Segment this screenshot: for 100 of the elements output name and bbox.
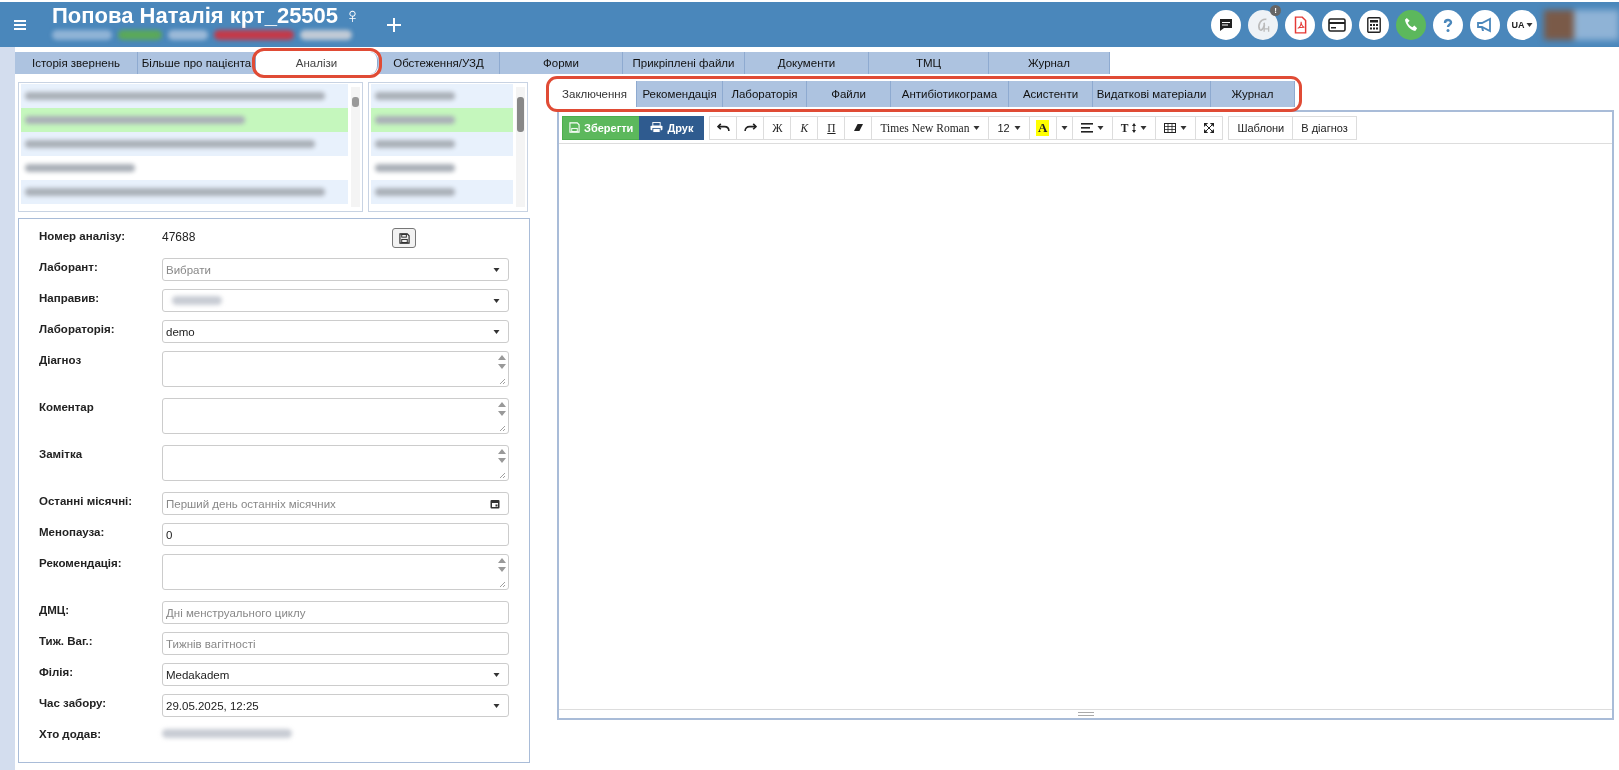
text-area[interactable] [162,351,509,387]
print-button[interactable]: Друк [639,115,705,140]
date-field[interactable]: Перший день останніх місячних [162,492,509,515]
tab[interactable]: Документи [745,52,869,74]
bold-button[interactable]: Ж [763,115,792,140]
input-field[interactable]: Дні менструального циклу [162,601,509,624]
list-row[interactable] [371,132,513,156]
text-color-button[interactable]: A [1028,115,1057,140]
phone-icon [1403,17,1419,32]
megaphone-button[interactable] [1470,9,1500,40]
table-dropdown[interactable] [1155,115,1197,140]
list-row[interactable] [21,84,348,108]
tab[interactable]: Файли [807,81,891,107]
redo-button[interactable] [736,115,765,140]
font-dropdown[interactable]: Times New Roman [871,115,990,140]
field-label: Рекомендація: [39,556,123,569]
spinner-arrows-icon[interactable] [498,448,506,478]
tab[interactable]: Історія звернень [15,52,138,74]
tab[interactable]: Асистенти [1009,81,1093,107]
list-row[interactable] [21,108,348,132]
calculator-button[interactable] [1359,9,1389,40]
add-icon[interactable] [386,17,401,32]
tab[interactable]: Журнал [1211,81,1295,107]
input-field[interactable]: Тижнів вагітності [162,632,509,655]
help-button[interactable] [1433,9,1463,40]
tab[interactable]: Антибіотикограма [891,81,1009,107]
select-field[interactable]: Вибрати [162,258,509,281]
caret-icon [493,672,500,677]
redacted-text [172,296,222,305]
field-label: Лаборант: [39,260,99,273]
resize-handle[interactable] [1077,712,1094,716]
analysis-number: 47688 [162,229,197,244]
fullscreen-icon [1204,122,1215,133]
list-row[interactable] [371,180,513,204]
fullscreen-button[interactable] [1195,115,1224,140]
tab[interactable]: Обстеження/УЗД [378,52,500,74]
tab[interactable]: Форми [500,52,623,74]
megaphone-icon [1476,16,1494,33]
calendar-icon[interactable] [490,498,500,509]
chat-button[interactable] [1211,9,1241,40]
language-dropdown[interactable]: UA [1507,9,1537,40]
patient-title: Попова Наталія крт_25505 ♀ [52,3,361,28]
text-area[interactable] [162,398,509,434]
list-row[interactable] [371,108,513,132]
tab[interactable]: Лабораторія [723,81,807,107]
avatar[interactable] [1544,9,1619,40]
save-button[interactable] [392,228,416,248]
undo-button[interactable] [709,115,738,140]
select-field[interactable]: Medakadem [162,663,509,686]
caret-icon [1096,125,1104,130]
tab[interactable]: Рекомендація [637,81,723,107]
caret-icon [493,329,500,334]
field-label: ДМЦ: [39,603,70,616]
tab[interactable]: Журнал [989,52,1110,74]
tab[interactable]: Прикріплені файли [623,52,745,74]
up-down-arrow-icon [1132,122,1137,133]
phone-button[interactable] [1396,9,1426,40]
select-field[interactable] [162,289,509,312]
table-icon [1164,122,1177,133]
redacted-badge [300,29,352,40]
menu-icon[interactable] [14,19,26,30]
spinner-arrows-icon[interactable] [498,354,506,384]
templates-button[interactable]: Шаблони [1228,115,1294,140]
signature-button[interactable] [1248,9,1278,40]
redacted-badge [118,29,162,40]
tab[interactable]: Видаткові матеріали [1093,81,1211,107]
field-label: Діагноз [39,353,83,366]
list-row[interactable] [21,132,348,156]
redacted-badge [168,29,208,40]
spinner-arrows-icon[interactable] [498,401,506,431]
italic-button[interactable]: К [790,115,819,140]
text-editor[interactable]: Зберегти Друк Ж К П Times New Roman 12 A T Шаблони В діагноз [557,110,1614,720]
field-label: Менопауза: [39,525,106,538]
text-size-dropdown[interactable]: T [1111,115,1157,140]
font-size-dropdown[interactable]: 12 [988,115,1030,140]
card-button[interactable] [1322,9,1352,40]
caret-icon [1525,22,1533,27]
eraser-button[interactable] [844,115,873,140]
pdf-button[interactable] [1285,9,1315,40]
caret-icon [973,125,981,130]
list-row[interactable] [21,180,348,204]
scrollbar[interactable] [351,87,360,207]
field-label: Коментар [39,400,95,413]
tab[interactable]: ТМЦ [869,52,989,74]
input-field[interactable]: 0 [162,523,509,546]
to-diagnosis-button[interactable]: В діагноз [1292,115,1357,140]
caret-icon [493,298,500,303]
select-field[interactable]: 29.05.2025, 12:25 [162,694,509,717]
text-area[interactable] [162,554,509,590]
list-row[interactable] [371,84,513,108]
tab[interactable]: Більше про пацієнта [138,52,256,74]
card-icon [1328,17,1346,32]
field-label: Номер аналізу: [39,229,127,242]
scrollbar[interactable] [516,87,525,207]
spinner-arrows-icon[interactable] [498,557,506,587]
select-field[interactable]: demo [162,320,509,343]
align-dropdown[interactable] [1071,115,1113,140]
chat-icon [1218,16,1234,33]
text-area[interactable] [162,445,509,481]
underline-button[interactable]: П [817,115,846,140]
